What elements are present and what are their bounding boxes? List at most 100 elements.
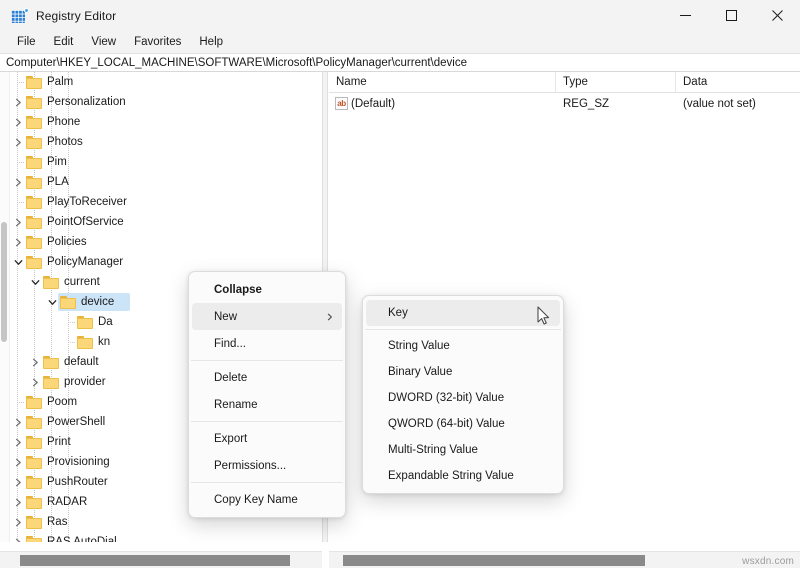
chevron-right-icon[interactable] [11,232,26,252]
chevron-right-icon [326,313,334,321]
context-menu-item[interactable]: Collapse [192,276,342,303]
tree-node[interactable]: Policies [9,232,322,252]
menu-view[interactable]: View [82,34,125,50]
context-menu-item[interactable]: Rename [192,391,342,418]
tree-node[interactable]: PlayToReceiver [9,192,322,212]
column-header-type[interactable]: Type [556,72,676,92]
submenu-item[interactable]: Binary Value [366,359,560,385]
new-submenu: Key String Value Binary Value DWORD (32-bit… [362,295,564,494]
context-menu-item[interactable]: Permissions... [192,452,342,479]
submenu-item[interactable]: Key [366,300,560,326]
chevron-right-icon[interactable] [11,472,26,492]
chevron-right-icon[interactable] [28,352,43,372]
close-icon[interactable] [754,0,800,31]
tree-node-label: Da [98,316,113,328]
tree-node[interactable]: RAS AutoDial [9,532,322,542]
values-horizontal-scrollbar[interactable]: wsxdn.com [329,551,800,568]
chevron-right-icon[interactable] [11,492,26,512]
tree-horizontal-scrollbar[interactable] [0,551,322,568]
context-menu-item[interactable]: Export [192,425,342,452]
tree-node-label: PolicyManager [47,256,124,268]
tree-node-label: Print [47,436,71,448]
submenu-item[interactable]: String Value [366,333,560,359]
context-menu-item-label: New [214,310,238,323]
tree-node[interactable]: Personalization [9,92,322,112]
table-row[interactable]: ab (Default) REG_SZ (value not set) [329,93,800,114]
tree-vertical-scrollbar-thumb[interactable] [1,222,7,342]
registry-path: Computer\HKEY_LOCAL_MACHINE\SOFTWARE\Mic… [6,56,467,69]
tree-node-label: PlayToReceiver [47,196,127,208]
tree-node[interactable]: PLA [9,172,322,192]
menu-separator [191,482,343,483]
chevron-right-icon[interactable] [11,212,26,232]
tree-node-label: Personalization [47,96,126,108]
chevron-right-icon[interactable] [11,432,26,452]
tree-node-label: PushRouter [47,476,108,488]
chevron-right-icon[interactable] [11,512,26,532]
folder-icon [43,375,59,389]
chevron-down-icon[interactable] [11,252,26,272]
tree-node[interactable]: Palm [9,72,322,92]
chevron-right-icon[interactable] [28,372,43,392]
context-menu-item-label: Copy Key Name [214,493,298,506]
values-horizontal-scrollbar-thumb[interactable] [343,555,645,566]
menu-favorites[interactable]: Favorites [125,34,190,50]
address-bar[interactable]: Computer\HKEY_LOCAL_MACHINE\SOFTWARE\Mic… [0,53,800,72]
folder-icon [26,495,42,509]
tree-node[interactable]: Pim [9,152,322,172]
chevron-right-icon[interactable] [11,92,26,112]
context-menu-item[interactable]: Delete [192,364,342,391]
chevron-right-icon[interactable] [11,132,26,152]
tree-node[interactable]: Photos [9,132,322,152]
submenu-item[interactable]: Expandable String Value [366,463,560,489]
folder-icon [26,535,42,542]
chevron-down-icon[interactable] [28,272,43,292]
chevron-down-icon[interactable] [45,292,60,312]
registry-editor-window: Registry Editor File Edit View Favorites… [0,0,800,568]
context-menu-item[interactable]: New [192,303,342,330]
submenu-item-label: String Value [388,340,450,352]
submenu-item[interactable]: Multi-String Value [366,437,560,463]
context-menu-item[interactable]: Copy Key Name [192,486,342,513]
chevron-right-icon[interactable] [11,112,26,132]
folder-icon [26,95,42,109]
window-title: Registry Editor [36,8,117,23]
folder-icon [77,335,93,349]
context-menu-item[interactable]: Find... [192,330,342,357]
submenu-item-label: Expandable String Value [388,470,514,482]
folder-icon [26,235,42,249]
tree-node-label: device [81,296,115,308]
window-controls [662,0,800,31]
chevron-right-icon[interactable] [11,452,26,472]
menu-file[interactable]: File [8,34,45,50]
chevron-right-icon[interactable] [11,412,26,432]
menu-edit[interactable]: Edit [45,34,83,50]
folder-icon [26,515,42,529]
column-header-name[interactable]: Name [329,72,556,92]
ab-string-icon: ab [335,97,348,110]
column-header-data[interactable]: Data [676,72,800,92]
chevron-right-icon[interactable] [11,532,26,542]
menu-help[interactable]: Help [190,34,232,50]
menu-separator [191,421,343,422]
menu-bar: File Edit View Favorites Help [0,31,800,53]
submenu-item[interactable]: DWORD (32-bit) Value [366,385,560,411]
maximize-icon[interactable] [708,0,754,31]
chevron-right-icon[interactable] [11,172,26,192]
tree-node[interactable]: Phone [9,112,322,132]
watermark: wsxdn.com [742,556,794,567]
values-list: ab (Default) REG_SZ (value not set) [329,93,800,114]
value-name-label: (Default) [351,97,396,110]
minimize-icon[interactable] [662,0,708,31]
tree-horizontal-scrollbar-thumb[interactable] [20,555,290,566]
tree-node-label: current [64,276,100,288]
submenu-item-label: Multi-String Value [388,444,478,456]
submenu-item-label: DWORD (32-bit) Value [388,392,505,404]
submenu-item[interactable]: QWORD (64-bit) Value [366,411,560,437]
tree-node[interactable]: PointOfService [9,212,322,232]
tree-node[interactable]: PolicyManager [9,252,322,272]
